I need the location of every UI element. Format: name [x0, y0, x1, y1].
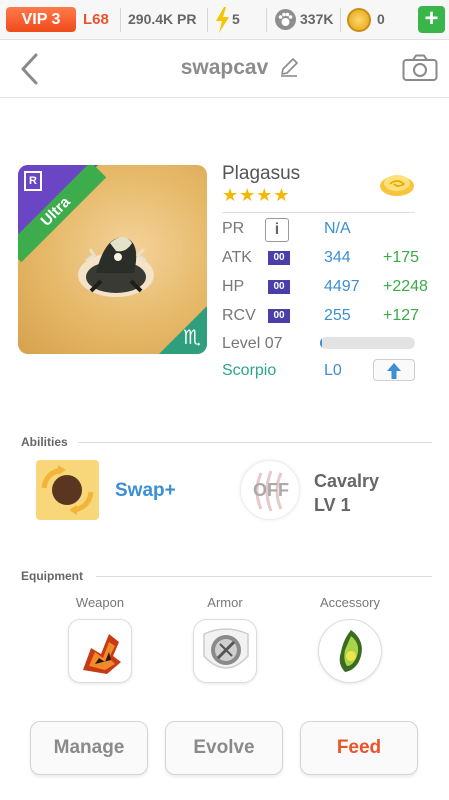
atk-bonus: +175	[383, 249, 420, 266]
camera-icon[interactable]	[402, 54, 438, 82]
level-progress-bar	[320, 337, 415, 349]
weapon-icon	[83, 634, 121, 674]
rcv-plus-badge: 00	[268, 309, 290, 323]
coin-icon	[347, 8, 371, 32]
accessory-icon	[339, 630, 362, 672]
monster-name: Plagasus	[222, 163, 301, 184]
swap-ability-icon[interactable]	[36, 460, 99, 520]
armor-icon	[203, 628, 249, 669]
rcv-value: 255	[324, 307, 351, 324]
ability-state-off: OFF	[253, 480, 289, 500]
page-title: swapcav	[0, 56, 449, 80]
ability-cavalry-title: Cavalry	[314, 471, 380, 491]
hp-value: 4497	[324, 278, 360, 295]
level-progress-fill	[320, 337, 322, 349]
hp-bonus: +2248	[383, 278, 428, 295]
armor-label: Armor	[207, 595, 243, 610]
ability-name-cavalry[interactable]: Cavalry LV 1	[314, 469, 379, 517]
zodiac-upgrade-button[interactable]	[373, 359, 415, 381]
header: swapcav	[0, 40, 449, 98]
rcv-label: RCV	[222, 307, 256, 324]
divider	[340, 8, 341, 32]
ability-cavalry-level: LV 1	[314, 495, 351, 515]
info-button[interactable]: i	[265, 218, 289, 242]
level-label: Level 07	[222, 335, 283, 352]
atk-label: ATK	[222, 249, 252, 266]
arrow-up-icon	[387, 363, 401, 379]
accessory-slot[interactable]	[318, 619, 382, 683]
scorpio-icon: ♏	[183, 327, 201, 349]
ability-name-swap[interactable]: Swap+	[115, 480, 176, 502]
divider	[207, 8, 208, 32]
hp-plus-badge: 00	[268, 280, 290, 294]
weapon-label: Weapon	[75, 595, 125, 610]
monster-nickname: swapcav	[180, 56, 269, 79]
abilities-heading: Abilities	[21, 435, 68, 449]
energy-bolt-icon	[216, 7, 229, 33]
divider	[222, 212, 415, 213]
feed-button[interactable]: Feed	[300, 721, 418, 775]
divider	[78, 442, 432, 443]
pr-label: PR	[222, 220, 245, 237]
hp-label: HP	[222, 278, 245, 295]
add-currency-button[interactable]: +	[418, 6, 445, 33]
vip-badge[interactable]: VIP 3	[6, 7, 76, 32]
weapon-slot[interactable]	[68, 619, 132, 683]
paw-icon	[275, 9, 296, 30]
atk-plus-badge: 00	[268, 251, 290, 265]
zodiac-level: L0	[324, 362, 342, 379]
divider	[96, 576, 432, 577]
zodiac-label: Scorpio	[222, 362, 277, 379]
status-bar: VIP 3 L68 290.4K PR 5 337K 0 +	[0, 0, 449, 40]
divider	[266, 8, 267, 32]
coins-value: 0	[377, 11, 385, 27]
divider	[120, 8, 121, 32]
pr-value: N/A	[324, 220, 351, 237]
star-rating: ★★★★	[222, 185, 291, 205]
evolve-button[interactable]: Evolve	[165, 721, 283, 775]
element-cloud-icon[interactable]	[378, 170, 416, 198]
edit-pencil-icon[interactable]	[279, 57, 299, 77]
accessory-label: Accessory	[320, 595, 380, 610]
rcv-bonus: +127	[383, 307, 420, 324]
rarity-badge: R	[24, 171, 42, 191]
monster-portrait-card[interactable]: R Ultra ♏	[18, 165, 207, 354]
power-rating: 290.4K PR	[128, 11, 197, 27]
paws-value: 337K	[300, 11, 334, 27]
manage-button[interactable]: Manage	[30, 721, 148, 775]
player-level: L68	[83, 11, 109, 28]
atk-value: 344	[324, 249, 351, 266]
equipment-heading: Equipment	[21, 569, 83, 583]
armor-slot[interactable]	[193, 619, 257, 683]
energy-value: 5	[232, 11, 240, 27]
